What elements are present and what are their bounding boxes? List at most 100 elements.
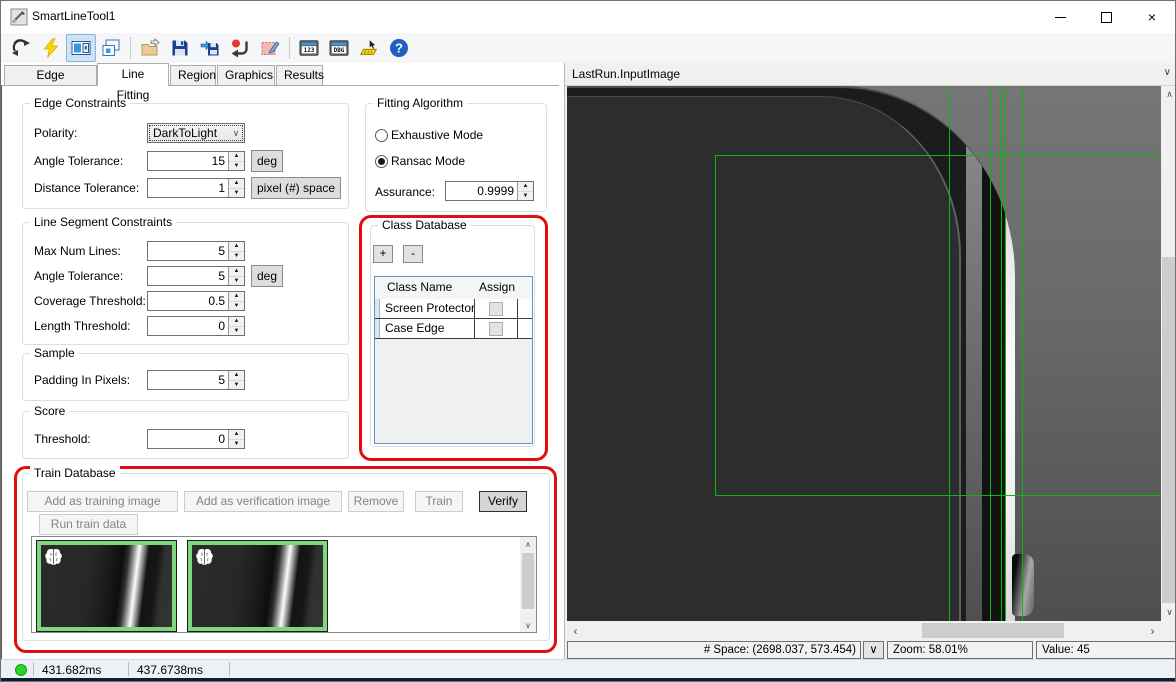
class-name-cell[interactable]: Screen Protector bbox=[380, 299, 475, 318]
assurance-input[interactable]: 0.9999 ▲▼ bbox=[445, 181, 534, 201]
train-thumbnail-1[interactable] bbox=[36, 540, 177, 632]
coverage-threshold-input[interactable]: 0.5 ▲▼ bbox=[147, 291, 245, 311]
assign-checkbox[interactable] bbox=[489, 302, 503, 316]
chevron-down-icon[interactable]: ∨ bbox=[1164, 67, 1171, 78]
ransac-mode-label[interactable]: Ransac Mode bbox=[391, 154, 465, 168]
remove-button[interactable]: Remove bbox=[348, 491, 404, 512]
tab-graphics[interactable]: Graphics bbox=[217, 65, 275, 85]
input-image-view[interactable] bbox=[567, 86, 1161, 621]
length-threshold-spinner[interactable]: ▲▼ bbox=[228, 317, 244, 335]
run-train-data-button[interactable]: Run train data bbox=[39, 514, 138, 535]
tab-results[interactable]: Results bbox=[276, 65, 323, 85]
spin-up-icon[interactable]: ▲ bbox=[229, 179, 244, 188]
open-button[interactable] bbox=[135, 34, 165, 62]
train-thumbnail-2[interactable] bbox=[187, 540, 328, 632]
spin-up-icon[interactable]: ▲ bbox=[229, 152, 244, 161]
display-123-button[interactable]: 123 bbox=[294, 34, 324, 62]
scroll-down-icon[interactable]: ∨ bbox=[1161, 604, 1176, 621]
class-add-button[interactable]: + bbox=[373, 245, 393, 263]
scroll-right-icon[interactable]: › bbox=[1144, 622, 1161, 639]
minimize-button[interactable] bbox=[1037, 1, 1083, 33]
ls-angle-tolerance-value[interactable]: 5 bbox=[148, 267, 228, 285]
save-button[interactable] bbox=[165, 34, 195, 62]
scrollbar-thumb[interactable] bbox=[1162, 257, 1176, 603]
scrollbar-thumb[interactable] bbox=[522, 553, 534, 609]
distance-unit-button[interactable]: pixel (#) space bbox=[251, 177, 341, 199]
train-image-list[interactable]: ∧ ∨ bbox=[31, 536, 537, 633]
spin-down-icon[interactable]: ▼ bbox=[229, 326, 244, 336]
coverage-threshold-value[interactable]: 0.5 bbox=[148, 292, 228, 310]
class-row-case-edge[interactable]: Case Edge bbox=[375, 319, 532, 339]
exhaustive-mode-radio[interactable] bbox=[375, 129, 388, 142]
col-class-name[interactable]: Class Name bbox=[387, 280, 452, 294]
scroll-down-icon[interactable]: ∨ bbox=[520, 618, 536, 632]
run-loop-button[interactable] bbox=[6, 34, 36, 62]
spin-up-icon[interactable]: ▲ bbox=[518, 182, 533, 191]
show-overlay-button[interactable] bbox=[96, 34, 126, 62]
scroll-up-icon[interactable]: ∧ bbox=[1161, 86, 1176, 103]
ls-angle-tolerance-spinner[interactable]: ▲▼ bbox=[228, 267, 244, 285]
image-panel-header[interactable]: LastRun.InputImage ∨ bbox=[565, 63, 1176, 86]
assign-checkbox[interactable] bbox=[489, 322, 503, 336]
spin-down-icon[interactable]: ▼ bbox=[229, 439, 244, 449]
spin-down-icon[interactable]: ▼ bbox=[229, 161, 244, 171]
spin-down-icon[interactable]: ▼ bbox=[229, 188, 244, 198]
scroll-up-icon[interactable]: ∧ bbox=[520, 537, 536, 551]
assurance-value[interactable]: 0.9999 bbox=[446, 182, 517, 200]
run-once-button[interactable] bbox=[36, 34, 66, 62]
image-horizontal-scrollbar[interactable]: ‹ › bbox=[567, 622, 1161, 639]
image-source-selector[interactable]: LastRun.InputImage bbox=[572, 67, 680, 81]
ls-angle-tolerance-input[interactable]: 5 ▲▼ bbox=[147, 266, 245, 286]
spin-down-icon[interactable]: ▼ bbox=[229, 251, 244, 261]
distance-tolerance-input[interactable]: 1 ▲▼ bbox=[147, 178, 245, 198]
ls-angle-unit-button[interactable]: deg bbox=[251, 265, 283, 287]
angle-tolerance-spinner[interactable]: ▲▼ bbox=[228, 152, 244, 170]
save-as-button[interactable] bbox=[195, 34, 225, 62]
tab-region[interactable]: Region bbox=[170, 65, 216, 85]
tab-edge-extraction[interactable]: Edge Extraction bbox=[4, 65, 97, 85]
show-tool-editor-button[interactable] bbox=[66, 34, 96, 62]
exhaustive-mode-label[interactable]: Exhaustive Mode bbox=[391, 128, 483, 142]
spin-down-icon[interactable]: ▼ bbox=[229, 301, 244, 311]
spin-up-icon[interactable]: ▲ bbox=[229, 267, 244, 276]
max-num-lines-value[interactable]: 5 bbox=[148, 242, 228, 260]
maximize-button[interactable] bbox=[1083, 1, 1129, 33]
spin-down-icon[interactable]: ▼ bbox=[518, 191, 533, 201]
class-name-cell[interactable]: Case Edge bbox=[380, 319, 475, 338]
close-button[interactable]: × bbox=[1129, 1, 1175, 33]
class-row-screen-protector[interactable]: Screen Protector bbox=[375, 299, 532, 319]
padding-value[interactable]: 5 bbox=[148, 371, 228, 389]
length-threshold-input[interactable]: 0 ▲▼ bbox=[147, 316, 245, 336]
distance-tolerance-value[interactable]: 1 bbox=[148, 179, 228, 197]
spin-up-icon[interactable]: ▲ bbox=[229, 317, 244, 326]
ransac-mode-radio[interactable] bbox=[375, 155, 388, 168]
display-dbg-button[interactable]: DBG bbox=[324, 34, 354, 62]
coverage-threshold-spinner[interactable]: ▲▼ bbox=[228, 292, 244, 310]
max-num-lines-spinner[interactable]: ▲▼ bbox=[228, 242, 244, 260]
padding-input[interactable]: 5 ▲▼ bbox=[147, 370, 245, 390]
angle-tolerance-input[interactable]: 15 ▲▼ bbox=[147, 151, 245, 171]
train-button[interactable]: Train bbox=[415, 491, 463, 512]
record-button[interactable] bbox=[225, 34, 255, 62]
assurance-spinner[interactable]: ▲▼ bbox=[517, 182, 533, 200]
score-threshold-input[interactable]: 0 ▲▼ bbox=[147, 429, 245, 449]
train-list-scrollbar[interactable]: ∧ ∨ bbox=[520, 537, 536, 632]
scrollbar-thumb[interactable] bbox=[922, 623, 1064, 638]
space-dropdown-button[interactable]: ∨ bbox=[863, 641, 884, 659]
score-threshold-spinner[interactable]: ▲▼ bbox=[228, 430, 244, 448]
length-threshold-value[interactable]: 0 bbox=[148, 317, 228, 335]
max-num-lines-input[interactable]: 5 ▲▼ bbox=[147, 241, 245, 261]
verify-button[interactable]: Verify bbox=[479, 491, 527, 512]
spin-down-icon[interactable]: ▼ bbox=[229, 380, 244, 390]
padding-spinner[interactable]: ▲▼ bbox=[228, 371, 244, 389]
spin-up-icon[interactable]: ▲ bbox=[229, 292, 244, 301]
polarity-dropdown[interactable]: DarkToLight ∨ bbox=[147, 123, 245, 143]
tab-line-fitting[interactable]: Line Fitting bbox=[97, 63, 169, 86]
spin-down-icon[interactable]: ▼ bbox=[229, 276, 244, 286]
angle-tolerance-value[interactable]: 15 bbox=[148, 152, 228, 170]
image-vertical-scrollbar[interactable]: ∧ ∨ bbox=[1161, 86, 1176, 621]
measure-button[interactable] bbox=[354, 34, 384, 62]
score-threshold-value[interactable]: 0 bbox=[148, 430, 228, 448]
spin-up-icon[interactable]: ▲ bbox=[229, 430, 244, 439]
angle-unit-button[interactable]: deg bbox=[251, 150, 283, 172]
